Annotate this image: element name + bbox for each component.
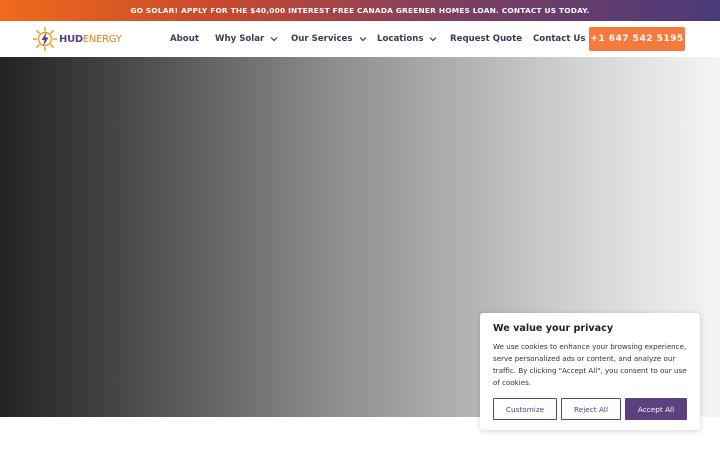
nav-our-services-label: Our Services xyxy=(291,34,353,44)
cookie-description: We use cookies to enhance your browsing … xyxy=(493,342,687,387)
nav-why-solar-label: Why Solar xyxy=(215,34,265,44)
nav-our-services[interactable]: Our Services xyxy=(291,21,367,57)
call-phone-button[interactable]: +1 647 542 5195 xyxy=(589,27,685,51)
reject-all-label: Reject All xyxy=(574,404,608,414)
nav-request-quote-label: Request Quote xyxy=(450,34,523,44)
promo-text: GO SOLAR! APPLY FOR THE $40,000 INTEREST… xyxy=(130,6,590,15)
sun-bolt-icon xyxy=(32,26,58,52)
cookie-consent-banner: We value your privacy We use cookies to … xyxy=(480,313,700,430)
nav-why-solar[interactable]: Why Solar xyxy=(215,21,278,57)
promo-bar[interactable]: GO SOLAR! APPLY FOR THE $40,000 INTEREST… xyxy=(0,0,720,21)
cookie-title: We value your privacy xyxy=(493,323,614,334)
site-header: HUDENERGY About Why Solar Our Services L… xyxy=(0,21,720,57)
nav-locations[interactable]: Locations xyxy=(377,21,437,57)
reject-all-button[interactable]: Reject All xyxy=(561,398,621,420)
nav-contact-us[interactable]: Contact Us xyxy=(533,21,586,57)
nav-about[interactable]: About xyxy=(170,21,199,57)
chevron-down-icon xyxy=(430,37,437,42)
customize-button[interactable]: Customize xyxy=(493,398,557,420)
cookie-buttons: Customize Reject All Accept All xyxy=(493,398,687,420)
nav-locations-label: Locations xyxy=(377,34,424,44)
nav-contact-us-label: Contact Us xyxy=(533,34,586,44)
logo-energy-text: ENERGY xyxy=(82,33,122,45)
nav-about-label: About xyxy=(170,34,199,44)
nav-request-quote[interactable]: Request Quote xyxy=(450,21,522,57)
logo-hud-text: HUD xyxy=(59,33,83,45)
chevron-down-icon xyxy=(270,37,278,42)
accept-all-button[interactable]: Accept All xyxy=(625,398,687,420)
customize-label: Customize xyxy=(505,404,545,414)
chevron-down-icon xyxy=(359,37,366,42)
call-phone-label: +1 647 542 5195 xyxy=(590,34,684,44)
accept-all-label: Accept All xyxy=(637,404,675,414)
site-logo[interactable]: HUDENERGY xyxy=(32,25,122,53)
logo-wordmark: HUDENERGY xyxy=(59,34,122,45)
